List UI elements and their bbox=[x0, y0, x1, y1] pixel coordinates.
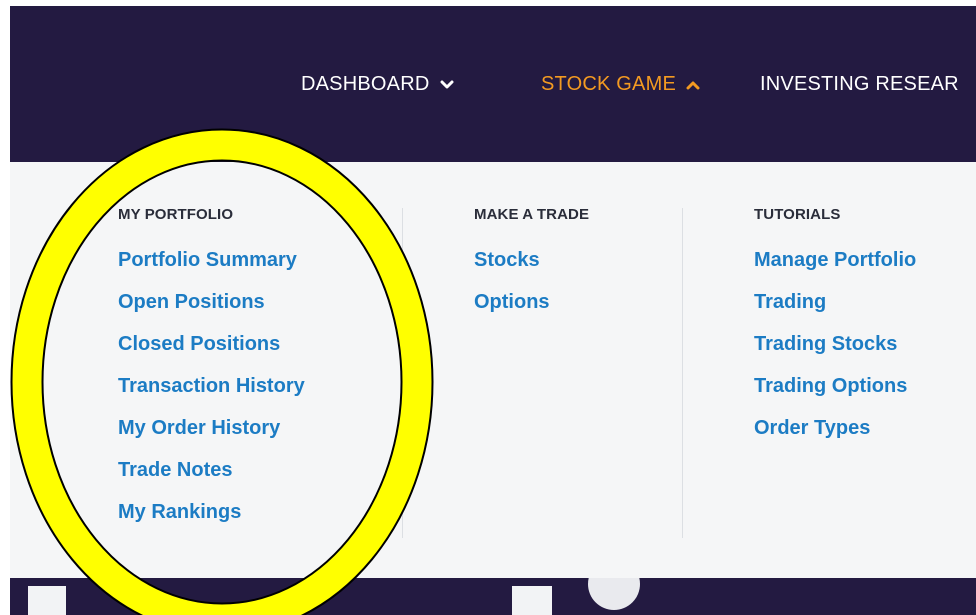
menu-link-trade-notes[interactable]: Trade Notes bbox=[118, 459, 232, 481]
chevron-up-icon bbox=[686, 80, 700, 90]
menu-link-stocks[interactable]: Stocks bbox=[474, 249, 540, 271]
menu-column-tutorials: TUTORIALS Manage Portfolio Trading Tradi… bbox=[754, 206, 916, 459]
content-card bbox=[28, 586, 66, 615]
menu-column-my-portfolio: MY PORTFOLIO Portfolio Summary Open Posi… bbox=[118, 206, 305, 543]
menu-link-trading[interactable]: Trading bbox=[754, 291, 826, 313]
menu-link-my-rankings[interactable]: My Rankings bbox=[118, 501, 241, 523]
link-list: Manage Portfolio Trading Trading Stocks … bbox=[754, 249, 916, 459]
menu-link-trading-options[interactable]: Trading Options bbox=[754, 375, 907, 397]
link-list: Stocks Options bbox=[474, 249, 589, 333]
nav-investing-research-label: INVESTING RESEAR bbox=[760, 73, 959, 95]
menu-link-trading-stocks[interactable]: Trading Stocks bbox=[754, 333, 897, 355]
nav-stock-game[interactable]: STOCK GAME bbox=[541, 73, 700, 96]
column-heading: MY PORTFOLIO bbox=[118, 206, 234, 223]
stock-game-dropdown-menu: MY PORTFOLIO Portfolio Summary Open Posi… bbox=[10, 162, 976, 578]
nav-dashboard-label: DASHBOARD bbox=[301, 73, 430, 95]
menu-link-order-types[interactable]: Order Types bbox=[754, 417, 870, 439]
column-heading: TUTORIALS bbox=[754, 206, 841, 223]
menu-link-my-order-history[interactable]: My Order History bbox=[118, 417, 280, 439]
menu-link-manage-portfolio[interactable]: Manage Portfolio bbox=[754, 249, 916, 271]
menu-column-make-a-trade: MAKE A TRADE Stocks Options bbox=[474, 206, 589, 333]
menu-link-transaction-history[interactable]: Transaction History bbox=[118, 375, 305, 397]
chevron-down-icon bbox=[440, 80, 454, 90]
nav-investing-research[interactable]: INVESTING RESEAR bbox=[760, 73, 959, 96]
menu-link-open-positions[interactable]: Open Positions bbox=[118, 291, 265, 313]
nav-dashboard[interactable]: DASHBOARD bbox=[301, 73, 454, 96]
app-frame: DASHBOARD STOCK GAME INVESTING RESEAR MY… bbox=[10, 6, 976, 615]
content-card bbox=[512, 586, 552, 615]
page-background-band bbox=[10, 578, 976, 615]
nav-stock-game-label: STOCK GAME bbox=[541, 73, 676, 95]
column-divider bbox=[682, 208, 683, 538]
column-divider bbox=[402, 208, 403, 538]
menu-link-portfolio-summary[interactable]: Portfolio Summary bbox=[118, 249, 297, 271]
menu-link-closed-positions[interactable]: Closed Positions bbox=[118, 333, 280, 355]
menu-link-options[interactable]: Options bbox=[474, 291, 550, 313]
column-heading: MAKE A TRADE bbox=[474, 206, 590, 223]
link-list: Portfolio Summary Open Positions Closed … bbox=[118, 249, 305, 543]
top-navigation-bar: DASHBOARD STOCK GAME INVESTING RESEAR bbox=[10, 6, 976, 162]
